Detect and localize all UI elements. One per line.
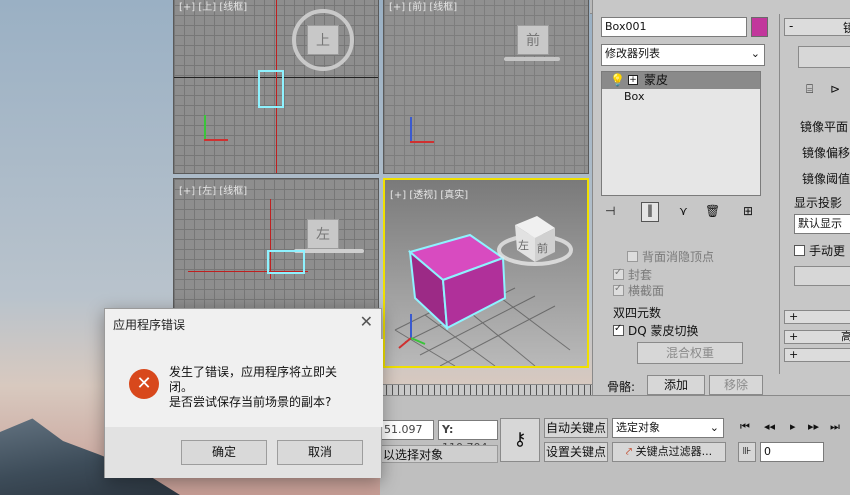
stack-toolbar: ⊣ ‖ ⋎ 🗑 ⊞ <box>601 202 765 224</box>
manual-update-option[interactable]: 手动更 <box>794 242 845 259</box>
go-to-end-icon[interactable]: ⏭ <box>830 420 840 434</box>
viewcube-icon[interactable]: 左 <box>307 219 339 249</box>
viewport-perspective[interactable]: [+] [透视] [真实] 左 前 <box>383 178 589 368</box>
dq-skin-toggle[interactable]: DQ 蒙皮切换 <box>613 322 699 339</box>
viewport-left-label[interactable]: [+] [左] [线框] <box>179 182 247 197</box>
dialog-title: 应用程序错误 <box>113 318 186 332</box>
next-frame-icon[interactable]: ▸▸ <box>808 420 819 433</box>
chevron-down-icon: ⌄ <box>750 47 760 60</box>
play-icon[interactable]: ▸ <box>790 420 796 433</box>
modifier-stack: 💡 + 蒙皮 Box <box>601 71 761 196</box>
backface-cull-option[interactable]: 背面消隐顶点 <box>627 248 714 265</box>
dialog-message: 发生了错误，应用程序将立即关 闭。 是否尝试保存当前场景的副本? <box>169 365 369 425</box>
stack-item-skin[interactable]: 💡 + 蒙皮 <box>602 72 760 89</box>
viewcube-icon[interactable]: 上 <box>307 25 339 55</box>
y-coordinate-field[interactable]: Y: 110.704 <box>438 420 498 454</box>
modifier-list-label: 修改器列表 <box>605 47 660 60</box>
status-bar: 51.097 Y: 110.704 以选择对象 ⚷ 自动关键点 设置关键点 选定… <box>380 395 850 495</box>
key-filters-label: 关键点过滤器... <box>635 445 713 458</box>
mirror-threshold-label: 镜像阈值 <box>802 172 850 186</box>
modifier-list-dropdown[interactable]: 修改器列表 ⌄ <box>601 44 765 66</box>
configure-sets-icon[interactable]: ⊞ <box>743 204 753 218</box>
rollout-collapsed-1[interactable]: + <box>784 310 850 324</box>
mirror-mode-button[interactable] <box>798 46 850 68</box>
y-label: Y: <box>442 423 454 436</box>
dialog-footer: 确定 取消 <box>105 427 381 478</box>
mirror-offset-label: 镜像偏移 <box>802 146 850 160</box>
rollout-collapsed-3[interactable]: + <box>784 348 850 362</box>
dialog-message-line2: 闭。 <box>169 380 194 394</box>
remove-modifier-icon[interactable]: 🗑 <box>705 204 720 218</box>
default-display-dropdown[interactable]: 默认显示 <box>794 214 850 234</box>
paste-right-icon[interactable]: ⊳ <box>830 82 840 96</box>
dialog-message-line3: 是否尝试保存当前场景的副本? <box>169 395 332 409</box>
remove-bone-button[interactable]: 移除 <box>709 375 763 395</box>
viewcube-base <box>504 57 560 61</box>
viewport-top[interactable]: [+] [上] [线框] 上 <box>173 0 379 174</box>
envelope-option[interactable]: 封套 <box>613 266 652 283</box>
playback-controls: ⏮ ◂◂ ▸ ▸▸ ⏭ <box>736 420 846 438</box>
axis-gizmo <box>202 115 232 145</box>
viewport-top-label[interactable]: [+] [上] [线框] <box>179 0 247 13</box>
axis-gizmo <box>408 117 438 147</box>
update-button[interactable] <box>794 266 850 286</box>
close-icon[interactable]: ✕ <box>360 312 373 331</box>
prompt-line: 以选择对象 <box>380 445 498 463</box>
show-end-result-icon[interactable]: ‖ <box>641 202 659 222</box>
x-coordinate-field[interactable]: 51.097 <box>380 420 434 440</box>
previous-frame-icon[interactable]: ◂◂ <box>764 420 775 433</box>
dialog-body: ✕ 发生了错误，应用程序将立即关 闭。 是否尝试保存当前场景的副本? <box>105 339 383 427</box>
ok-button[interactable]: 确定 <box>181 440 267 465</box>
mirror-plane-label: 镜像平面 <box>800 120 849 134</box>
key-mode-button[interactable]: ⚷ <box>500 418 540 462</box>
axis-gizmo <box>398 314 426 349</box>
key-icon: ⚷ <box>513 429 527 450</box>
object-name-field[interactable]: Box001 <box>601 17 747 37</box>
cancel-button[interactable]: 取消 <box>277 440 363 465</box>
dialog-message-line1: 发生了错误，应用程序将立即关 <box>169 365 338 379</box>
expand-plus-icon[interactable]: + <box>628 75 638 85</box>
paste-left-icon[interactable]: ⌸ <box>806 82 813 97</box>
selected-box-outline[interactable] <box>267 250 305 274</box>
key-filter-icon: ⤤ <box>625 445 633 458</box>
mirror-rollout-header[interactable]: - 镜 <box>784 18 850 36</box>
viewport-front-label[interactable]: [+] [前] [线框] <box>389 0 457 13</box>
pin-stack-icon[interactable]: ⊣ <box>605 204 615 218</box>
mirror-column: - 镜 ⌸ ⊳ 镜像平面 镜像偏移 镜像阈值 显示投影 默认显示 手动更 + +… <box>779 14 850 374</box>
stack-item-skin-label: 蒙皮 <box>644 73 669 87</box>
make-unique-icon[interactable]: ⋎ <box>679 204 688 218</box>
selected-object-label: 选定对象 <box>616 421 660 434</box>
key-selection-dropdown[interactable]: 选定对象 ⌄ <box>612 418 724 438</box>
dual-quat-title: 双四元数 <box>613 306 662 320</box>
blend-weight-button[interactable]: 混合权重 <box>637 342 743 364</box>
key-mode-toggle-icon[interactable]: ⊪ <box>738 442 756 462</box>
cross-section-option[interactable]: 横截面 <box>613 282 664 299</box>
advanced-label: 高 <box>841 330 850 343</box>
auto-key-button[interactable]: 自动关键点 <box>544 418 608 438</box>
selected-box-outline[interactable] <box>258 70 284 108</box>
key-filters-button[interactable]: ⤤ 关键点过滤器... <box>612 442 726 462</box>
lightbulb-icon[interactable]: 💡 <box>610 72 625 89</box>
collapse-minus-icon: - <box>789 19 794 33</box>
stack-item-box[interactable]: Box <box>624 90 644 103</box>
error-icon: ✕ <box>129 369 159 399</box>
perspective-grid <box>394 216 573 366</box>
error-dialog: 应用程序错误 ✕ ✕ 发生了错误，应用程序将立即关 闭。 是否尝试保存当前场景的… <box>104 308 383 478</box>
bones-label: 骨骼: <box>607 380 636 394</box>
set-key-button[interactable]: 设置关键点 <box>544 442 608 462</box>
object-color-swatch[interactable] <box>751 17 768 37</box>
chevron-down-icon: ⌄ <box>709 421 719 434</box>
current-frame-field[interactable]: 0 <box>760 442 824 462</box>
display-projection-label: 显示投影 <box>794 196 843 210</box>
go-to-start-icon[interactable]: ⏮ <box>740 420 750 434</box>
skin-params: 背面消隐顶点 封套 横截面 双四元数 DQ 蒙皮切换 混合权重 骨骼: 添加 移… <box>597 238 765 408</box>
viewcube-icon[interactable]: 前 <box>517 25 549 55</box>
viewcube-face-front[interactable]: 前 <box>537 240 548 256</box>
expand-plus-icon: + <box>789 330 799 343</box>
viewport-front[interactable]: [+] [前] [线框] 前 <box>383 0 589 174</box>
add-bone-button[interactable]: 添加 <box>647 375 705 395</box>
viewcube-face-left[interactable]: 左 <box>518 237 529 253</box>
rollout-collapsed-advanced[interactable]: + 高 <box>784 330 850 344</box>
mirror-header-label: 镜 <box>843 21 850 35</box>
